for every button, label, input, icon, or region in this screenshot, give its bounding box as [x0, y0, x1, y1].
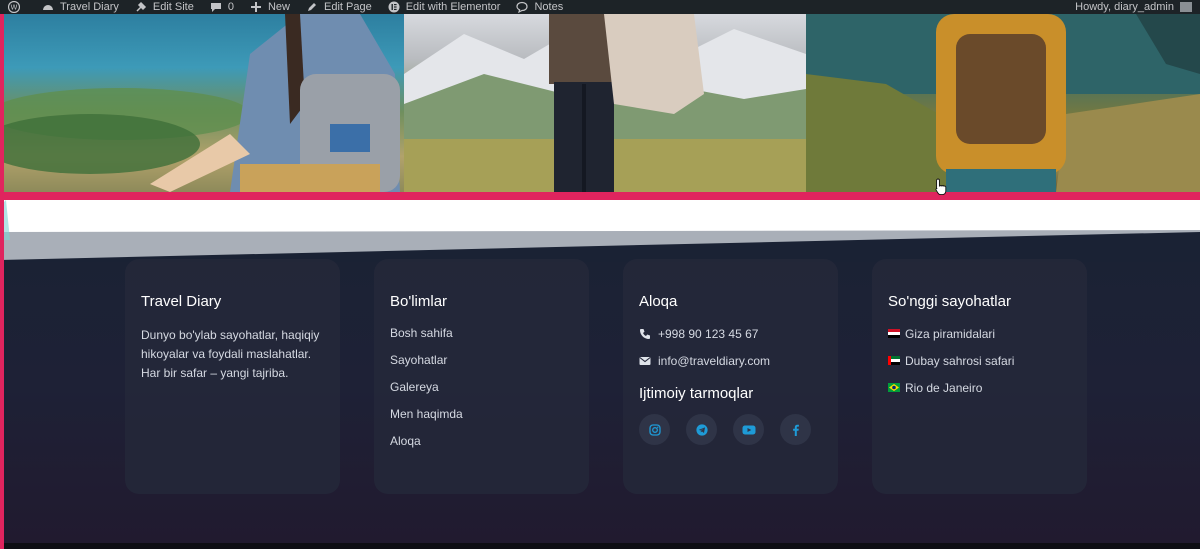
wordpress-logo-button[interactable]: W [0, 0, 34, 14]
slanted-divider [0, 200, 1200, 262]
site-name-link[interactable]: Travel Diary [34, 0, 127, 14]
recent-title: So'nggi sayohatlar [888, 293, 1011, 310]
recent-trip-label: Rio de Janeiro [905, 380, 983, 395]
contact-email-text: info@traveldiary.com [658, 353, 770, 368]
social-title: Ijtimoiy tarmoqlar [639, 385, 754, 402]
social-links [639, 414, 822, 445]
contact-email[interactable]: info@traveldiary.com [639, 347, 822, 374]
new-content-link[interactable]: New [242, 0, 298, 14]
instagram-icon [648, 423, 661, 436]
hand-cursor-icon [935, 178, 947, 196]
telegram-button[interactable] [686, 414, 717, 445]
gallery-strip [0, 14, 1200, 192]
gallery-photo-mountain-hiker[interactable] [404, 14, 806, 192]
telegram-icon [695, 423, 708, 436]
notes-link[interactable]: Notes [508, 0, 571, 14]
edit-elementor-link[interactable]: Edit with Elementor [380, 0, 509, 14]
site-name-label: Travel Diary [60, 1, 119, 13]
mountain-hiker-illustration [404, 14, 806, 192]
facebook-button[interactable] [780, 414, 811, 445]
elementor-label: Edit with Elementor [405, 1, 501, 13]
youtube-button[interactable] [733, 414, 764, 445]
elementor-icon [388, 1, 400, 13]
my-account-link[interactable]: Howdy, diary_admin [1067, 0, 1200, 14]
coast-traveler-illustration [0, 14, 400, 192]
avatar [1180, 2, 1192, 12]
svg-text:W: W [11, 4, 18, 12]
wordpress-icon: W [8, 1, 20, 13]
instagram-button[interactable] [639, 414, 670, 445]
recent-trip-label: Dubay sahrosi safari [905, 353, 1015, 368]
footer-card-sections: Bo'limlar Bosh sahifa Sayohatlar Galerey… [374, 259, 589, 494]
footer-bottom-strip [0, 543, 1200, 549]
footer-link-travels[interactable]: Sayohatlar [390, 347, 573, 374]
footer-link-about[interactable]: Men haqimda [390, 401, 573, 428]
new-label: New [267, 1, 290, 13]
envelope-icon [639, 356, 651, 365]
comments-link[interactable]: 0 [202, 0, 242, 14]
footer-card-contact: Aloqa +998 90 123 45 67 info@traveldiary… [623, 259, 838, 494]
footer-card-about: Travel Diary Dunyo bo'ylab sayohatlar, h… [125, 259, 340, 494]
footer-link-contact[interactable]: Aloqa [390, 428, 573, 455]
sections-title: Bo'limlar [390, 293, 448, 310]
gallery-photo-coast-traveler[interactable] [0, 14, 404, 192]
pencil-icon [308, 3, 316, 11]
about-title: Travel Diary [141, 293, 222, 310]
gallery-photo-lake-hiker[interactable] [806, 14, 1200, 192]
footer-card-recent-trips: So'nggi sayohatlar Giza piramidalari Dub… [872, 259, 1087, 494]
notes-bubble-icon [516, 1, 529, 13]
phone-icon [640, 328, 650, 339]
wp-admin-bar: W Travel Diary Edit Site 0 New Edit Page… [0, 0, 1200, 14]
footer-link-home[interactable]: Bosh sahifa [390, 320, 573, 347]
edit-site-label: Edit Site [152, 1, 194, 13]
about-text: Dunyo bo'ylab sayohatlar, haqiqiy hikoya… [141, 328, 320, 380]
recent-trip-item[interactable]: Rio de Janeiro [888, 374, 1071, 401]
edit-site-link[interactable]: Edit Site [127, 0, 202, 14]
contact-phone-text: +998 90 123 45 67 [658, 326, 759, 341]
customize-icon [136, 1, 146, 12]
edit-page-link[interactable]: Edit Page [298, 0, 380, 14]
egypt-flag-icon [888, 329, 900, 338]
facebook-icon [792, 424, 799, 436]
howdy-label: Howdy, diary_admin [1075, 1, 1174, 13]
recent-trip-label: Giza piramidalari [905, 326, 996, 341]
contact-phone[interactable]: +998 90 123 45 67 [639, 320, 822, 347]
left-accent-bar [0, 14, 4, 549]
contact-title: Aloqa [639, 293, 678, 310]
uae-flag-icon [888, 356, 900, 365]
recent-trip-item[interactable]: Giza piramidalari [888, 320, 1071, 347]
edit-page-label: Edit Page [324, 1, 372, 13]
recent-trip-item[interactable]: Dubay sahrosi safari [888, 347, 1071, 374]
brazil-flag-icon [888, 383, 900, 392]
dashboard-icon [43, 5, 53, 10]
plus-icon [250, 2, 261, 12]
gallery-bottom-border [0, 192, 1200, 200]
comment-icon [210, 3, 221, 12]
youtube-icon [742, 425, 755, 434]
footer-link-gallery[interactable]: Galereya [390, 374, 573, 401]
notes-label: Notes [534, 1, 564, 13]
lake-hiker-illustration [806, 14, 1200, 192]
comments-count: 0 [227, 1, 234, 13]
